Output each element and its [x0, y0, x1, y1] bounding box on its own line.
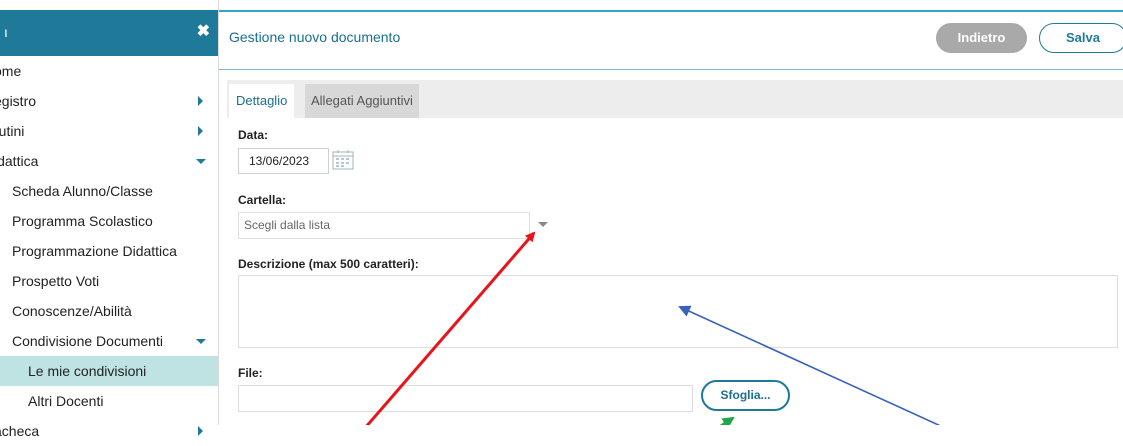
- sidebar-item-label: Altri Docenti: [28, 393, 104, 409]
- sidebar-item[interactable]: idattica: [0, 146, 218, 176]
- sidebar-item-label: ome: [0, 63, 22, 79]
- sidebar-item[interactable]: ome: [0, 56, 218, 86]
- sidebar-item[interactable]: Le mie condivisioni: [0, 356, 218, 386]
- chevron-right-icon[interactable]: [198, 426, 203, 436]
- description-label: Descrizione (max 500 caratteri):: [238, 257, 419, 271]
- date-label: Data:: [238, 128, 269, 142]
- sidebar-item-label: Conoscenze/Abilità: [12, 303, 132, 319]
- sidebar-item[interactable]: Altri Docenti: [0, 386, 218, 416]
- sidebar-item-label: acheca: [0, 423, 40, 439]
- sidebar-item[interactable]: Programma Scolastico: [0, 206, 218, 236]
- back-button[interactable]: Indietro: [936, 23, 1027, 53]
- sidebar: ı ✖ ome egistro rutini idattica Scheda Alunn…: [0, 0, 219, 439]
- file-label: File:: [238, 366, 263, 380]
- page-title: Gestione nuovo documento: [229, 29, 401, 45]
- sidebar-item-label: Programma Scolastico: [12, 213, 153, 229]
- sidebar-item[interactable]: Prospetto Voti: [0, 266, 218, 296]
- calendar-icon[interactable]: [331, 149, 355, 171]
- chevron-right-icon[interactable]: [198, 126, 203, 136]
- date-input[interactable]: 13/06/2023: [238, 148, 329, 174]
- tab-strip: Dettaglio Allegati Aggiuntivi: [227, 80, 1123, 118]
- save-button[interactable]: Salva: [1039, 23, 1123, 53]
- file-input[interactable]: [238, 385, 693, 412]
- green-annotation-arrow: [719, 416, 735, 425]
- chevron-down-icon[interactable]: [196, 339, 206, 344]
- sidebar-item[interactable]: Condivisione Documenti: [0, 326, 218, 356]
- page-header: Gestione nuovo documento Indietro Salva: [219, 10, 1123, 70]
- sidebar-item[interactable]: egistro: [0, 86, 218, 116]
- sidebar-header: ı ✖: [0, 10, 218, 56]
- sidebar-item[interactable]: Scheda Alunno/Classe: [0, 176, 218, 206]
- tab-dettaglio[interactable]: Dettaglio: [229, 84, 295, 118]
- sidebar-item-label: Programmazione Didattica: [12, 243, 177, 259]
- description-textarea[interactable]: [238, 275, 1118, 348]
- sidebar-item-label: Scheda Alunno/Classe: [12, 183, 153, 199]
- sidebar-header-title: ı: [4, 24, 8, 40]
- close-icon[interactable]: ✖: [197, 23, 210, 41]
- sidebar-item[interactable]: Conoscenze/Abilità: [0, 296, 218, 326]
- sidebar-item[interactable]: rutini: [0, 116, 218, 146]
- browse-button[interactable]: Sfoglia...: [701, 380, 790, 411]
- folder-label: Cartella:: [238, 193, 287, 207]
- dropdown-caret-icon[interactable]: [538, 222, 548, 227]
- sidebar-item[interactable]: acheca: [0, 416, 218, 446]
- sidebar-item-label: egistro: [0, 93, 37, 109]
- chevron-right-icon[interactable]: [198, 96, 203, 106]
- sidebar-item-label: idattica: [0, 153, 39, 169]
- sidebar-item-label: Le mie condivisioni: [28, 363, 147, 379]
- sidebar-item-label: rutini: [0, 123, 25, 139]
- folder-select[interactable]: Scegli dalla lista: [238, 212, 530, 239]
- sidebar-item[interactable]: Programmazione Didattica: [0, 236, 218, 266]
- chevron-down-icon[interactable]: [196, 159, 206, 164]
- sidebar-item-label: Condivisione Documenti: [12, 333, 163, 349]
- tab-allegati-aggiuntivi[interactable]: Allegati Aggiuntivi: [305, 84, 419, 118]
- sidebar-item-label: Prospetto Voti: [12, 273, 100, 289]
